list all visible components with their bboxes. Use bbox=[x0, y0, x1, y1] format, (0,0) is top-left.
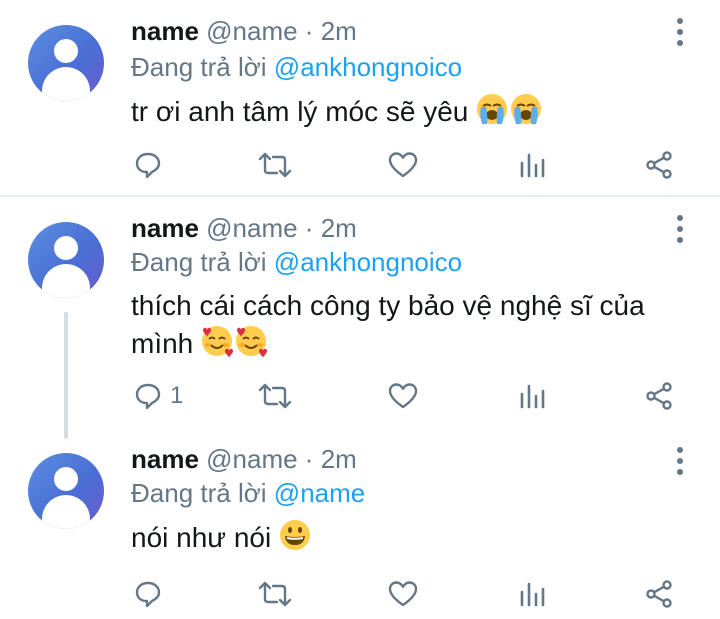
reply-mention-link[interactable]: @ankhongnoico bbox=[274, 247, 462, 277]
tweet-text-line: mình bbox=[131, 328, 194, 359]
handle-and-time: @name · 2m bbox=[206, 444, 357, 474]
reply-icon bbox=[135, 383, 161, 410]
replying-to: Đang trả lời @name bbox=[131, 477, 365, 509]
share-icon bbox=[646, 382, 672, 410]
tweet-actions: 1 bbox=[0, 376, 720, 416]
share-button[interactable] bbox=[645, 145, 673, 185]
reply-mention-link[interactable]: @ankhongnoico bbox=[274, 52, 462, 82]
display-name[interactable]: name bbox=[131, 444, 199, 474]
tweet-header: name @name · 2m bbox=[131, 443, 357, 475]
avatar[interactable] bbox=[28, 222, 104, 298]
tweet-text-content: nói như nói bbox=[131, 522, 272, 553]
replying-to: Đang trả lời @ankhongnoico bbox=[131, 51, 462, 83]
tweet-text-content: tr ơi anh tâm lý móc sẽ yêu bbox=[131, 96, 469, 127]
analytics-icon bbox=[520, 384, 545, 409]
handle-and-time: @name · 2m bbox=[206, 16, 357, 46]
tweet-text: tr ơi anh tâm lý móc sẽ yêu bbox=[131, 93, 681, 135]
reply-count: 1 bbox=[170, 382, 184, 409]
reply-button[interactable] bbox=[134, 574, 170, 614]
loudly-crying-face-icon bbox=[476, 93, 542, 135]
replying-to: Đang trả lời @ankhongnoico bbox=[131, 246, 462, 278]
heart-icon bbox=[388, 383, 418, 409]
reply-mention-link[interactable]: @name bbox=[274, 478, 365, 508]
tweet-text-line: thích cái cách công ty bảo vệ nghệ sĩ củ… bbox=[131, 290, 645, 321]
analytics-icon bbox=[520, 582, 545, 607]
handle-and-time: @name · 2m bbox=[206, 213, 357, 243]
tweet-header: name @name · 2m bbox=[131, 15, 357, 47]
like-button[interactable] bbox=[388, 574, 418, 614]
reply-button[interactable]: 1 bbox=[134, 376, 183, 416]
share-icon bbox=[646, 151, 672, 179]
reply-prefix: Đang trả lời bbox=[131, 52, 267, 82]
display-name[interactable]: name bbox=[131, 16, 199, 46]
analytics-button[interactable] bbox=[518, 376, 546, 416]
heart-icon bbox=[388, 152, 418, 178]
tweet-header: name @name · 2m bbox=[131, 212, 357, 244]
grinning-face-icon bbox=[279, 519, 311, 561]
avatar[interactable] bbox=[28, 453, 104, 529]
display-name[interactable]: name bbox=[131, 213, 199, 243]
tweet-text: nói như nói bbox=[131, 519, 681, 561]
like-button[interactable] bbox=[388, 376, 418, 416]
reply-prefix: Đang trả lời bbox=[131, 247, 267, 277]
more-options-button[interactable] bbox=[672, 18, 688, 48]
smiling-face-with-hearts-icon bbox=[201, 325, 268, 367]
heart-icon bbox=[388, 581, 418, 607]
more-options-button[interactable] bbox=[672, 447, 688, 477]
analytics-icon bbox=[520, 153, 545, 178]
tweet-actions bbox=[0, 145, 720, 185]
reply-button[interactable] bbox=[134, 145, 170, 185]
reply-icon bbox=[135, 152, 161, 179]
share-button[interactable] bbox=[645, 574, 673, 614]
retweet-button[interactable] bbox=[257, 574, 293, 614]
analytics-button[interactable] bbox=[518, 574, 546, 614]
tweet-2[interactable]: name @name · 2m Đang trả lời @ankhongnoi… bbox=[0, 197, 720, 441]
more-options-button[interactable] bbox=[672, 215, 688, 245]
tweet-text: thích cái cách công ty bảo vệ nghệ sĩ củ… bbox=[131, 287, 681, 367]
share-button[interactable] bbox=[645, 376, 673, 416]
tweet-actions bbox=[0, 574, 720, 614]
share-icon bbox=[646, 580, 672, 608]
reply-icon bbox=[135, 581, 161, 608]
reply-prefix: Đang trả lời bbox=[131, 478, 267, 508]
like-button[interactable] bbox=[388, 145, 418, 185]
retweet-icon bbox=[258, 581, 292, 607]
analytics-button[interactable] bbox=[518, 145, 546, 185]
tweet-3[interactable]: name @name · 2m Đang trả lời @name nói n… bbox=[0, 428, 720, 619]
retweet-icon bbox=[258, 152, 292, 178]
tweet-1[interactable]: name @name · 2m Đang trả lời @ankhongnoi… bbox=[0, 0, 720, 196]
retweet-button[interactable] bbox=[257, 376, 293, 416]
retweet-icon bbox=[258, 383, 292, 409]
avatar[interactable] bbox=[28, 25, 104, 101]
retweet-button[interactable] bbox=[257, 145, 293, 185]
